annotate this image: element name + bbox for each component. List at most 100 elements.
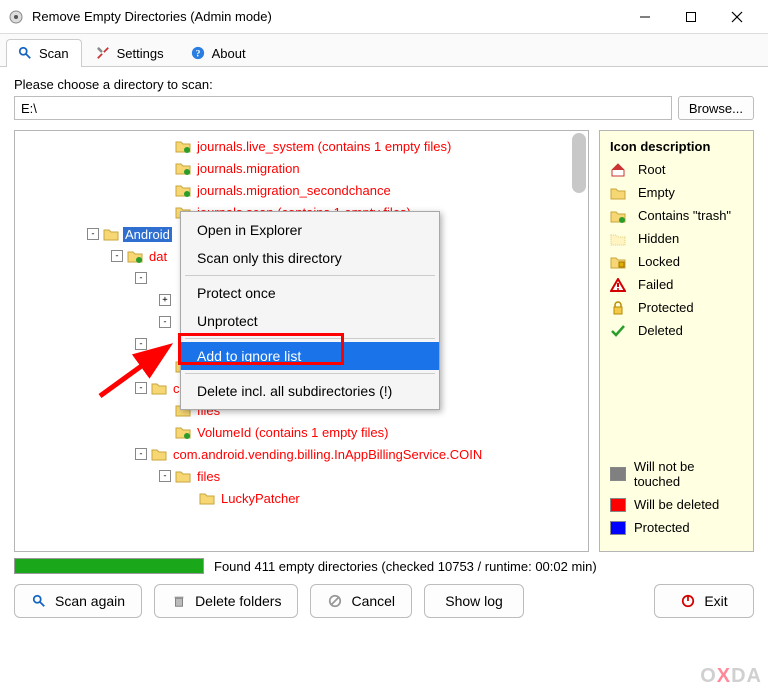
legend-not-touched: Will not be touched [610, 459, 743, 489]
folder-empty-icon [199, 491, 215, 505]
scan-pane: Please choose a directory to scan: Brows… [0, 67, 768, 626]
folder-trash-icon [610, 209, 626, 223]
folder-empty-icon [103, 227, 119, 241]
folder-empty-icon [610, 186, 626, 200]
tree-node[interactable]: LuckyPatcher [15, 487, 588, 509]
directory-tree[interactable]: journals.live_system (contains 1 empty f… [14, 130, 589, 552]
svg-text:?: ? [195, 49, 200, 60]
titlebar: Remove Empty Directories (Admin mode) [0, 0, 768, 34]
tree-node-label: journals.migration_secondchance [195, 183, 393, 198]
watermark: OXDA [700, 665, 762, 688]
context-menu: Open in Explorer Scan only this director… [180, 211, 440, 410]
tree-node-label: LuckyPatcher [219, 491, 302, 506]
tree-node-label: VolumeId (contains 1 empty files) [195, 425, 390, 440]
scan-again-button[interactable]: Scan again [14, 584, 142, 618]
swatch-red [610, 498, 626, 512]
tree-node-label: com.android.vending.billing.InAppBilling… [171, 447, 484, 462]
legend-trash: Contains "trash" [610, 208, 743, 223]
search-icon [17, 45, 33, 61]
browse-button[interactable]: Browse... [678, 96, 754, 120]
collapse-icon[interactable]: - [135, 382, 147, 394]
trash-icon [171, 593, 187, 609]
folder-locked-icon [610, 255, 626, 269]
collapse-icon[interactable]: - [135, 272, 147, 284]
tree-node[interactable]: journals.migration_secondchance [15, 179, 588, 201]
legend-locked: Locked [610, 254, 743, 269]
folder-trash-icon [175, 161, 191, 175]
tree-node-label: dat [147, 249, 169, 264]
tab-settings[interactable]: Settings [84, 39, 177, 67]
legend-root: Root [610, 162, 743, 177]
tree-node[interactable]: journals.live_system (contains 1 empty f… [15, 135, 588, 157]
cancel-icon [327, 593, 343, 609]
legend-panel: Icon description Root Empty Contains "tr… [599, 130, 754, 552]
collapse-icon[interactable]: - [135, 338, 147, 350]
minimize-button[interactable] [622, 1, 668, 33]
search-icon [31, 593, 47, 609]
tab-scan[interactable]: Scan [6, 39, 82, 67]
folder-trash-icon [175, 183, 191, 197]
collapse-icon[interactable]: - [159, 316, 171, 328]
tree-node-label: files [195, 469, 222, 484]
ctx-add-to-ignore[interactable]: Add to ignore list [181, 342, 439, 370]
folder-hidden-icon [610, 232, 626, 246]
window-title: Remove Empty Directories (Admin mode) [32, 9, 622, 24]
legend-failed: Failed [610, 277, 743, 292]
folder-trash-icon [175, 425, 191, 439]
legend-protected-swatch: Protected [610, 520, 743, 535]
ctx-scan-only[interactable]: Scan only this directory [181, 244, 439, 272]
ctx-protect-once[interactable]: Protect once [181, 279, 439, 307]
directory-path-input[interactable] [14, 96, 672, 120]
folder-empty-icon [175, 469, 191, 483]
folder-empty-icon [151, 447, 167, 461]
cancel-button[interactable]: Cancel [310, 584, 412, 618]
tree-node[interactable]: journals.migration [15, 157, 588, 179]
legend-will-delete: Will be deleted [610, 497, 743, 512]
progress-row: Found 411 empty directories (checked 107… [14, 558, 754, 574]
collapse-icon[interactable]: - [87, 228, 99, 240]
ctx-open-in-explorer[interactable]: Open in Explorer [181, 216, 439, 244]
tree-node-label: journals.migration [195, 161, 302, 176]
tree-node[interactable]: VolumeId (contains 1 empty files) [15, 421, 588, 443]
swatch-gray [610, 467, 626, 481]
folder-trash-icon [175, 139, 191, 153]
collapse-icon[interactable]: - [111, 250, 123, 262]
swatch-blue [610, 521, 626, 535]
delete-folders-button[interactable]: Delete folders [154, 584, 298, 618]
warning-icon [610, 278, 626, 292]
tree-scrollbar[interactable] [572, 133, 586, 193]
collapse-icon[interactable]: - [159, 470, 171, 482]
legend-empty: Empty [610, 185, 743, 200]
check-icon [610, 324, 626, 338]
tools-icon [95, 45, 111, 61]
ctx-unprotect[interactable]: Unprotect [181, 307, 439, 335]
tab-about[interactable]: ? About [179, 39, 259, 67]
tree-node[interactable]: - files [15, 465, 588, 487]
folder-empty-icon [151, 381, 167, 395]
power-icon [680, 593, 696, 609]
home-icon [610, 163, 626, 177]
help-icon: ? [190, 45, 206, 61]
tab-settings-label: Settings [117, 46, 164, 61]
tab-about-label: About [212, 46, 246, 61]
maximize-button[interactable] [668, 1, 714, 33]
tree-node-label: Android [123, 227, 172, 242]
window-controls [622, 1, 760, 33]
close-button[interactable] [714, 1, 760, 33]
legend-deleted: Deleted [610, 323, 743, 338]
folder-trash-icon [127, 249, 143, 263]
ctx-delete-all[interactable]: Delete incl. all subdirectories (!) [181, 377, 439, 405]
tab-bar: Scan Settings ? About [0, 34, 768, 67]
show-log-button[interactable]: Show log [424, 584, 524, 618]
expand-icon[interactable]: + [159, 294, 171, 306]
exit-button[interactable]: Exit [654, 584, 754, 618]
lock-icon [610, 301, 626, 315]
collapse-icon[interactable]: - [135, 448, 147, 460]
choose-directory-label: Please choose a directory to scan: [14, 77, 754, 92]
action-button-row: Scan again Delete folders Cancel Show lo… [14, 584, 754, 618]
tab-scan-label: Scan [39, 46, 69, 61]
tree-node[interactable]: - com.android.vending.billing.InAppBillin… [15, 443, 588, 465]
tree-node-label: journals.live_system (contains 1 empty f… [195, 139, 453, 154]
progress-bar [14, 558, 204, 574]
legend-protected: Protected [610, 300, 743, 315]
